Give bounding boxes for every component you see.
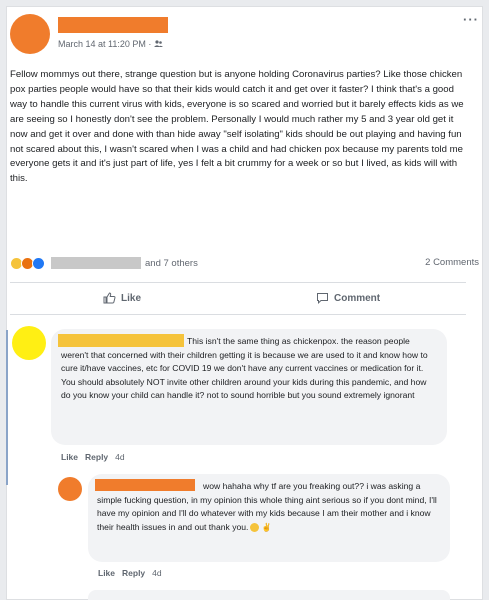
comments-count[interactable]: 2 Comments [425, 257, 479, 268]
comment-actions: Like Reply 4d [61, 452, 125, 462]
post-meta: March 14 at 11:20 PM · [58, 39, 164, 49]
poster-name-redacted[interactable] [58, 17, 168, 33]
next-comment-bubble [88, 590, 450, 600]
reactions-summary[interactable]: and 7 others [10, 255, 198, 271]
commenter-avatar[interactable] [12, 326, 46, 360]
reply-name-redacted[interactable] [95, 479, 195, 491]
reply-age[interactable]: 4d [152, 568, 161, 578]
thread-line [6, 330, 8, 485]
grin-emoji-icon [250, 522, 260, 532]
post-timestamp[interactable]: March 14 at 11:20 PM · [58, 39, 151, 49]
reply-reply-link[interactable]: Reply [122, 568, 145, 578]
comment-age[interactable]: 4d [115, 452, 124, 462]
reply-like-link[interactable]: Like [98, 568, 115, 578]
more-options-icon[interactable]: ··· [463, 12, 479, 27]
divider [10, 282, 466, 283]
reply-avatar[interactable] [58, 477, 82, 501]
like-reaction-icon [32, 256, 45, 270]
friends-icon [154, 40, 164, 47]
reactor-names-redacted [51, 257, 141, 269]
comment-icon [317, 293, 328, 304]
divider [10, 314, 466, 315]
commenter-name-redacted[interactable] [58, 334, 184, 347]
thumbs-up-icon [103, 292, 116, 304]
reply-actions: Like Reply 4d [98, 568, 162, 578]
comment-label: Comment [334, 292, 381, 304]
reactions-others[interactable]: and 7 others [145, 258, 198, 269]
like-button[interactable]: Like [103, 292, 141, 304]
comment-button[interactable]: Comment [316, 292, 380, 304]
comment-reply-link[interactable]: Reply [85, 452, 108, 462]
poster-avatar[interactable] [10, 14, 50, 54]
comment-like-link[interactable]: Like [61, 452, 78, 462]
post-text: Fellow mommys out there, strange questio… [10, 69, 464, 185]
like-label: Like [121, 292, 142, 304]
ok-hand-emoji-icon: ✌ [261, 522, 272, 532]
